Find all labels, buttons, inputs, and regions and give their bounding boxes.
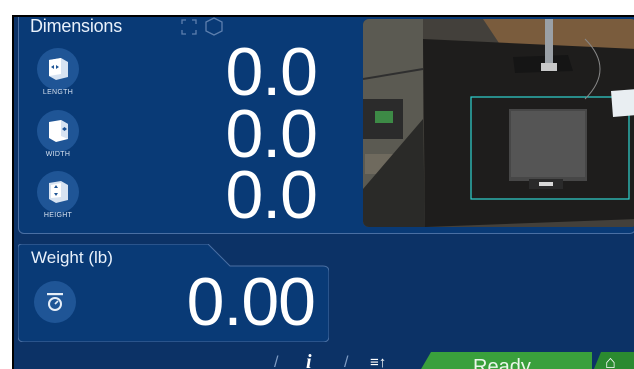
height-label: HEIGHT	[43, 212, 73, 219]
height-row: HEIGHT 0.0	[37, 161, 318, 231]
dimensioner-screen: Dimensions LENGTH 0.0 WIDTH 0.0 HEIGHT 0…	[12, 15, 634, 369]
toolbar-separator: /	[344, 354, 349, 369]
width-label: WIDTH	[45, 151, 71, 158]
weight-title: Weight (lb)	[31, 248, 113, 267]
width-icon	[37, 110, 79, 152]
weight-panel: Weight (lb) 0.00	[18, 244, 329, 342]
sort-menu-icon[interactable]: ≡↑	[370, 354, 386, 369]
home-button[interactable]: ⌂	[591, 352, 634, 369]
dimensions-title: Dimensions	[30, 16, 123, 36]
bottom-toolbar: / i / ≡↑ Ready ⌂	[14, 351, 634, 369]
fullscreen-icon[interactable]	[179, 17, 199, 37]
ready-status-button[interactable]: Ready	[417, 352, 592, 369]
dimensions-panel: Dimensions LENGTH 0.0 WIDTH 0.0 HEIGHT 0…	[18, 17, 634, 234]
toolbar-separator: /	[274, 354, 279, 369]
height-icon	[37, 171, 79, 213]
length-label: LENGTH	[42, 89, 74, 96]
length-icon	[37, 48, 79, 90]
ready-label: Ready	[473, 356, 531, 369]
height-value: 0.0	[225, 157, 318, 233]
info-button[interactable]: i	[306, 351, 312, 369]
scale-icon	[34, 281, 76, 323]
camera-view[interactable]	[363, 19, 634, 227]
home-icon: ⌂	[605, 352, 616, 369]
box-mode-icon[interactable]	[203, 17, 225, 37]
weight-value: 0.00	[186, 264, 316, 340]
